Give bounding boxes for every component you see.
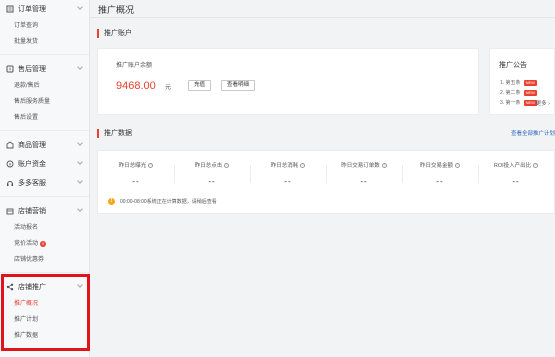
stat-roi: ROI投入产出比? --: [478, 161, 554, 186]
stat-clicks: 昨日总点击? --: [174, 161, 250, 186]
sidebar-group-aftersale[interactable]: 售后管理: [0, 59, 89, 78]
sidebar-item-coupons[interactable]: 店铺优惠券: [0, 252, 89, 268]
notice-item[interactable]: 3. 第一条 NEW: [500, 99, 537, 106]
more-link-label: 更多: [535, 101, 547, 107]
notification-badge: 9: [40, 241, 47, 247]
stats-card: 昨日总曝光? -- 昨日总点击? -- 昨日总消耗? -- 昨日交易订单数? -…: [97, 150, 555, 214]
stat-value: --: [436, 177, 444, 186]
notice-item-text: 3. 第一条: [500, 100, 521, 106]
stat-label: 昨日总消耗: [270, 163, 299, 169]
section-header-data: 推广数据: [97, 128, 132, 138]
sidebar-item-label: 竞价活动: [14, 241, 39, 247]
balance-value: 9468.00: [116, 80, 156, 92]
page-title: 推广概况: [98, 5, 135, 15]
sidebar-item-batch-ship[interactable]: 批量发货: [0, 34, 89, 50]
view-details-button[interactable]: 查看明细: [221, 80, 256, 91]
sidebar-group-label: 商品管理: [18, 141, 46, 149]
notice-item-text: 2. 第二条: [500, 90, 521, 96]
section-marker: [97, 28, 99, 38]
sidebar-group-service[interactable]: 多多客服: [0, 173, 89, 192]
notice-item[interactable]: 2. 第二条 NEW: [500, 89, 537, 96]
chevron-down-icon: [77, 64, 83, 70]
chevron-down-icon: [77, 159, 83, 165]
stat-label: 昨日总曝光: [118, 163, 147, 169]
wallet-icon: ¥: [6, 160, 14, 168]
section-header-account: 推广账户: [97, 28, 132, 38]
stat-gmv: 昨日交易金额? --: [402, 161, 478, 186]
section-title: 推广账户: [104, 30, 132, 37]
data-notice: ! 00:00-08:00系统正在计算数据，请稍后查看: [108, 198, 217, 205]
section-marker: [97, 128, 99, 138]
sidebar-item-aftersale-settings[interactable]: 售后设置: [0, 110, 89, 126]
warning-icon: !: [108, 198, 115, 205]
chevron-down-icon: [77, 206, 83, 212]
help-icon[interactable]: ?: [455, 162, 460, 168]
notice-item[interactable]: 1. 第五条 NEW: [500, 79, 537, 86]
help-icon[interactable]: ?: [300, 162, 306, 168]
chevron-down-icon: [77, 140, 83, 146]
stat-value: --: [284, 177, 292, 186]
divider: [0, 272, 89, 273]
new-badge: NEW: [523, 89, 537, 96]
sidebar-group-wallet[interactable]: ¥ 账户资金: [0, 154, 89, 173]
sidebar-group-goods[interactable]: 商品管理: [0, 135, 89, 154]
sidebar-group-label: 订单管理: [18, 5, 46, 13]
svg-text:¥: ¥: [9, 161, 12, 166]
divider: [0, 196, 89, 197]
stat-label: 昨日交易订单数: [341, 163, 380, 169]
sidebar-item-refund[interactable]: 退款/售后: [0, 78, 89, 94]
marketing-icon: [6, 207, 14, 215]
sidebar-group-label: 店铺营销: [18, 207, 46, 215]
divider: [0, 130, 89, 131]
stat-orders: 昨日交易订单数? --: [326, 161, 402, 186]
headset-icon: [6, 179, 14, 187]
recharge-button[interactable]: 充值: [188, 80, 212, 91]
stat-label: ROI投入产出比: [493, 163, 532, 169]
stat-value: --: [512, 177, 520, 186]
help-icon[interactable]: ?: [533, 162, 539, 168]
orders-icon: [6, 5, 14, 13]
chevron-down-icon: [77, 4, 83, 10]
currency-label: 元: [165, 85, 172, 91]
account-card: 推广账户余额 9468.00 元 充值 查看明细: [97, 48, 479, 115]
new-badge: NEW: [523, 79, 537, 86]
divider: [90, 17, 555, 18]
stat-label: 昨日总点击: [194, 163, 223, 169]
aftersale-icon: [6, 65, 14, 73]
balance-label: 推广账户余额: [116, 63, 153, 69]
notice-title: 推广公告: [499, 62, 527, 69]
sidebar-group-label: 售后管理: [18, 65, 46, 73]
sidebar: 订单管理 订单查询 批量发货 售后管理 退款/售后 售后服务质量 售后设置 商品…: [0, 0, 90, 357]
notice-card: 推广公告 1. 第五条 NEW 2. 第二条 NEW 3. 第一条 NEW 更多…: [489, 48, 555, 115]
stat-label: 昨日交易金额: [419, 163, 453, 169]
sidebar-group-label: 多多客服: [18, 179, 46, 187]
stat-spend: 昨日总消耗? --: [250, 161, 326, 186]
goods-icon: [6, 140, 14, 149]
notice-item-text: 1. 第五条: [500, 80, 521, 86]
more-link[interactable]: 更多 ›: [536, 99, 550, 107]
sidebar-group-label: 账户资金: [18, 160, 46, 168]
divider: [0, 54, 89, 55]
help-icon[interactable]: ?: [381, 162, 387, 168]
sidebar-group-orders[interactable]: 订单管理: [0, 0, 89, 18]
help-icon[interactable]: ?: [224, 162, 230, 168]
sidebar-item-service-quality[interactable]: 售后服务质量: [0, 94, 89, 110]
view-all-plans-link[interactable]: 查看全部推广计划: [511, 129, 555, 137]
help-icon[interactable]: ?: [148, 162, 154, 168]
sidebar-item-order-query[interactable]: 订单查询: [0, 18, 89, 34]
main-content: 推广概况 推广账户 推广账户余额 9468.00 元 充值 查看明细 推广公告 …: [90, 0, 555, 357]
data-notice-text: 00:00-08:00系统正在计算数据，请稍后查看: [120, 199, 217, 205]
chevron-down-icon: [77, 178, 83, 184]
app-root: 订单管理 订单查询 批量发货 售后管理 退款/售后 售后服务质量 售后设置 商品…: [0, 0, 555, 357]
stat-impressions: 昨日总曝光? --: [98, 161, 174, 186]
stat-value: --: [132, 177, 140, 186]
sidebar-item-activity-signup[interactable]: 活动报名: [0, 220, 89, 236]
stat-value: --: [208, 177, 216, 186]
stat-value: --: [360, 177, 368, 186]
section-title: 推广数据: [104, 130, 132, 137]
chevron-right-icon: ›: [548, 101, 550, 107]
sidebar-item-bidding[interactable]: 竞价活动 9: [0, 236, 89, 252]
highlight-box: [1, 274, 90, 351]
sidebar-group-marketing[interactable]: 店铺营销: [0, 201, 89, 220]
